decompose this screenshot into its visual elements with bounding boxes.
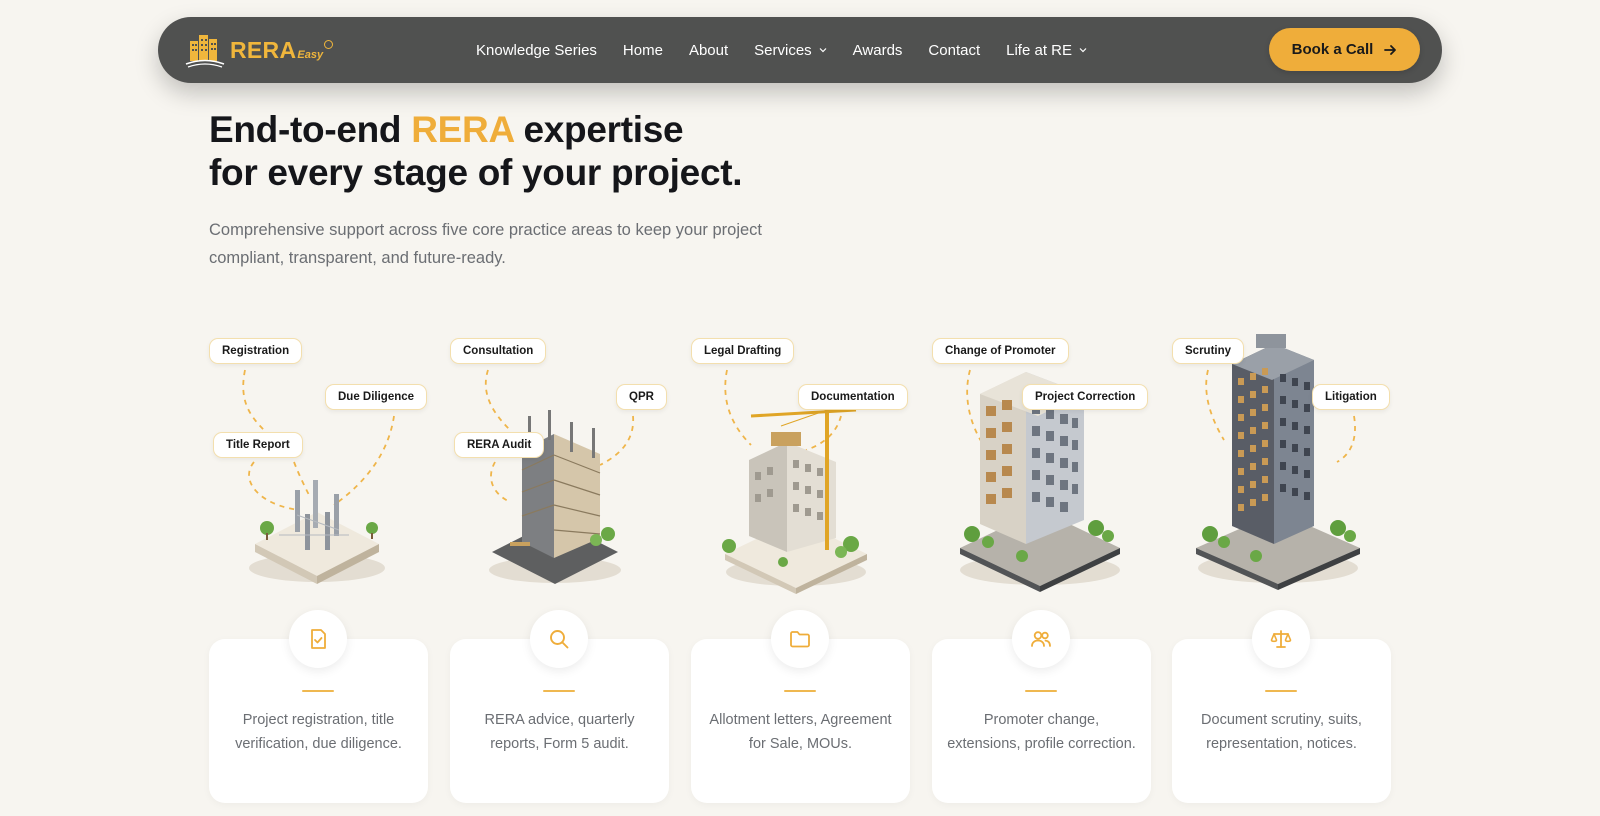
tag-registration[interactable]: Registration: [209, 338, 303, 364]
hero-title: End-to-end RERA expertise for every stag…: [209, 108, 743, 194]
stage-change-of-promoter: Change of Promoter Project Correction Pr…: [932, 330, 1152, 810]
nav-label: Awards: [852, 41, 903, 59]
nav-label: Life at RE: [1006, 41, 1072, 59]
card-icon-badge: [1012, 610, 1070, 668]
tag-qpr[interactable]: QPR: [616, 384, 667, 410]
folder-icon: [790, 631, 810, 648]
card-icon-badge: [530, 610, 588, 668]
card-divider: [784, 690, 816, 692]
search-icon: [550, 630, 569, 649]
tag-project-correction[interactable]: Project Correction: [1022, 384, 1149, 410]
nav-label: Home: [622, 41, 663, 59]
card-icon-badge: [289, 610, 347, 668]
card-description: Document scrutiny, suits, representation…: [1201, 712, 1362, 752]
cta-label: Book a Call: [1291, 41, 1374, 58]
tag-consultation[interactable]: Consultation: [450, 338, 547, 364]
hero-title-accent: RERA: [411, 109, 514, 150]
tag-scrutiny[interactable]: Scrutiny: [1172, 338, 1245, 364]
nav-label: Services: [754, 41, 812, 59]
top-navbar: RERA Easy Knowledge Series Home About Se…: [158, 17, 1442, 83]
stage-scrutiny: Scrutiny Litigation Document scrutiny, s…: [1172, 330, 1392, 810]
card-description: Project registration, title verification…: [235, 712, 402, 752]
chevron-down-icon: [1079, 48, 1087, 53]
stage-registration: Registration Due Diligence Title Report …: [209, 330, 429, 810]
tag-change-of-promoter[interactable]: Change of Promoter: [932, 338, 1069, 364]
chevron-down-icon: [819, 48, 827, 53]
main-menu: Knowledge Series Home About Services Awa…: [476, 17, 1113, 83]
card-divider: [1265, 690, 1297, 692]
registered-mark-icon: [324, 39, 334, 49]
card-description: RERA advice, quarterly reports, Form 5 a…: [484, 712, 635, 752]
card-description: Promoter change, extensions, profile cor…: [947, 712, 1136, 752]
under-construction-building-illustration: [489, 410, 621, 584]
nav-awards[interactable]: Awards: [853, 42, 903, 59]
document-check-icon: [311, 629, 326, 649]
logo-text: RERA: [230, 36, 297, 63]
tag-title-report[interactable]: Title Report: [213, 432, 303, 458]
nav-knowledge-series[interactable]: Knowledge Series: [476, 42, 597, 59]
logo-suffix: Easy: [297, 48, 324, 61]
stage-legal-drafting: Legal Drafting Documentation Allotment l…: [691, 330, 911, 810]
foundation-illustration: [249, 480, 385, 584]
high-rise-tower-illustration: [1196, 334, 1360, 590]
hero-title-line2: for every stage of your project.: [209, 152, 743, 193]
scale-icon: [1270, 630, 1292, 648]
card-icon-badge: [1252, 610, 1310, 668]
card-divider: [543, 690, 575, 692]
nav-home[interactable]: Home: [623, 42, 663, 59]
card-description: Allotment letters, Agreement for Sale, M…: [709, 712, 892, 752]
nav-label: Knowledge Series: [476, 41, 597, 59]
buildings-logo-icon: [185, 35, 225, 68]
hero-subtitle: Comprehensive support across five core p…: [209, 221, 763, 267]
arrow-right-icon: [1384, 44, 1397, 55]
nav-services[interactable]: Services: [754, 42, 827, 59]
completed-building-illustration: [960, 372, 1120, 592]
construction-crane-building-illustration: [722, 408, 867, 594]
tag-legal-drafting[interactable]: Legal Drafting: [691, 338, 795, 364]
tag-due-diligence[interactable]: Due Diligence: [325, 384, 428, 410]
stage-consultation: Consultation QPR RERA Audit RERA advice,…: [450, 330, 670, 810]
nav-contact[interactable]: Contact: [928, 42, 980, 59]
nav-label: Contact: [928, 41, 981, 59]
nav-life-at-re[interactable]: Life at RE: [1006, 42, 1087, 59]
nav-label: About: [688, 41, 729, 59]
tag-documentation[interactable]: Documentation: [798, 384, 908, 410]
logo[interactable]: RERA Easy: [184, 31, 334, 69]
hero-title-part: expertise: [513, 109, 684, 150]
book-a-call-button[interactable]: Book a Call: [1269, 28, 1420, 71]
card-icon-badge: [771, 610, 829, 668]
tag-litigation[interactable]: Litigation: [1312, 384, 1390, 410]
nav-about[interactable]: About: [689, 42, 728, 59]
card-divider: [1025, 690, 1057, 692]
card-divider: [302, 690, 334, 692]
users-icon: [1031, 631, 1051, 647]
page: RERA Easy Knowledge Series Home About Se…: [0, 0, 1600, 816]
tag-rera-audit[interactable]: RERA Audit: [454, 432, 545, 458]
hero-title-part: End-to-end: [209, 109, 412, 150]
